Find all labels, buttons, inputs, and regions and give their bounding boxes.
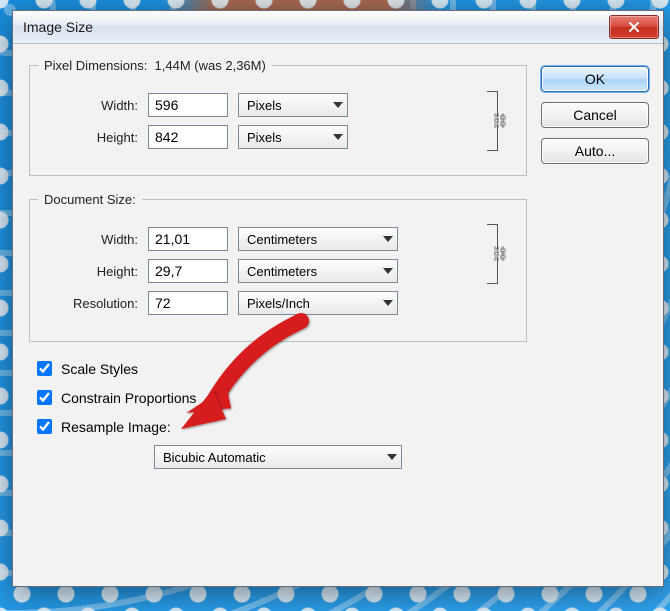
pixel-height-input[interactable] [148, 125, 228, 149]
chain-icon: ⛓ [491, 246, 509, 263]
pixel-height-row: Height: Pixels [38, 125, 480, 149]
doc-width-unit-combo[interactable]: Centimeters [238, 227, 398, 251]
chevron-down-icon [387, 454, 397, 460]
doc-height-unit-combo[interactable]: Centimeters [238, 259, 398, 283]
scale-styles-row: Scale Styles [33, 358, 523, 379]
resample-method-row: Bicubic Automatic [29, 445, 527, 469]
constrain-proportions-checkbox[interactable] [37, 390, 52, 405]
constrain-proportions-row: Constrain Proportions [33, 387, 523, 408]
resample-image-label: Resample Image: [61, 419, 171, 435]
ok-button[interactable]: OK [541, 66, 649, 92]
pixel-dimensions-group: Pixel Dimensions: 1,44M (was 2,36M) Widt… [29, 58, 527, 176]
pixel-link-column: ⛓ [480, 85, 510, 157]
button-column: OK Cancel Auto... [541, 58, 649, 572]
titlebar: Image Size [13, 11, 663, 44]
doc-width-input[interactable] [148, 227, 228, 251]
pixel-height-unit-combo[interactable]: Pixels [238, 125, 348, 149]
pixel-height-label: Height: [38, 130, 138, 145]
cancel-button[interactable]: Cancel [541, 102, 649, 128]
scale-styles-label: Scale Styles [61, 361, 138, 377]
doc-height-unit-value: Centimeters [247, 264, 317, 279]
form-column: Pixel Dimensions: 1,44M (was 2,36M) Widt… [29, 58, 527, 572]
resolution-unit-value: Pixels/Inch [247, 296, 310, 311]
document-size-group: Document Size: Width: Centimeters [29, 192, 527, 342]
image-size-dialog: Image Size Pixel Dimensions: 1,44M (was … [12, 10, 664, 587]
pixel-dimensions-legend-prefix: Pixel Dimensions: [44, 58, 155, 73]
resample-method-value: Bicubic Automatic [163, 450, 266, 465]
chevron-down-icon [383, 300, 393, 306]
resolution-label: Resolution: [38, 296, 138, 311]
chain-icon: ⛓ [491, 113, 509, 130]
chevron-down-icon [383, 236, 393, 242]
pixel-width-unit-value: Pixels [247, 98, 282, 113]
pixel-height-unit-value: Pixels [247, 130, 282, 145]
resample-image-row: Resample Image: [33, 416, 523, 437]
pixel-dimensions-summary: 1,44M (was 2,36M) [155, 58, 266, 73]
resample-method-combo[interactable]: Bicubic Automatic [154, 445, 402, 469]
pixel-width-row: Width: Pixels [38, 93, 480, 117]
pixel-width-input[interactable] [148, 93, 228, 117]
pixel-width-label: Width: [38, 98, 138, 113]
close-icon [628, 21, 640, 33]
doc-width-unit-value: Centimeters [247, 232, 317, 247]
pixel-dimensions-legend: Pixel Dimensions: 1,44M (was 2,36M) [38, 58, 272, 73]
constrain-proportions-label: Constrain Proportions [61, 390, 196, 406]
pixel-width-unit-combo[interactable]: Pixels [238, 93, 348, 117]
resolution-input[interactable] [148, 291, 228, 315]
scale-styles-checkbox[interactable] [37, 361, 52, 376]
doc-height-row: Height: Centimeters [38, 259, 480, 283]
dialog-body: Pixel Dimensions: 1,44M (was 2,36M) Widt… [13, 44, 663, 586]
chevron-down-icon [383, 268, 393, 274]
chevron-down-icon [333, 134, 343, 140]
resample-image-checkbox[interactable] [37, 419, 52, 434]
auto-button[interactable]: Auto... [541, 138, 649, 164]
doc-height-label: Height: [38, 264, 138, 279]
resolution-unit-combo[interactable]: Pixels/Inch [238, 291, 398, 315]
doc-height-input[interactable] [148, 259, 228, 283]
window-title: Image Size [23, 19, 609, 35]
doc-width-label: Width: [38, 232, 138, 247]
link-constraint-icon[interactable]: ⛓ [485, 220, 505, 288]
doc-width-row: Width: Centimeters [38, 227, 480, 251]
doc-link-column: ⛓ [480, 219, 510, 323]
chevron-down-icon [333, 102, 343, 108]
link-constraint-icon[interactable]: ⛓ [485, 87, 505, 155]
document-size-legend: Document Size: [38, 192, 142, 207]
resolution-row: Resolution: Pixels/Inch [38, 291, 480, 315]
close-button[interactable] [609, 15, 659, 39]
